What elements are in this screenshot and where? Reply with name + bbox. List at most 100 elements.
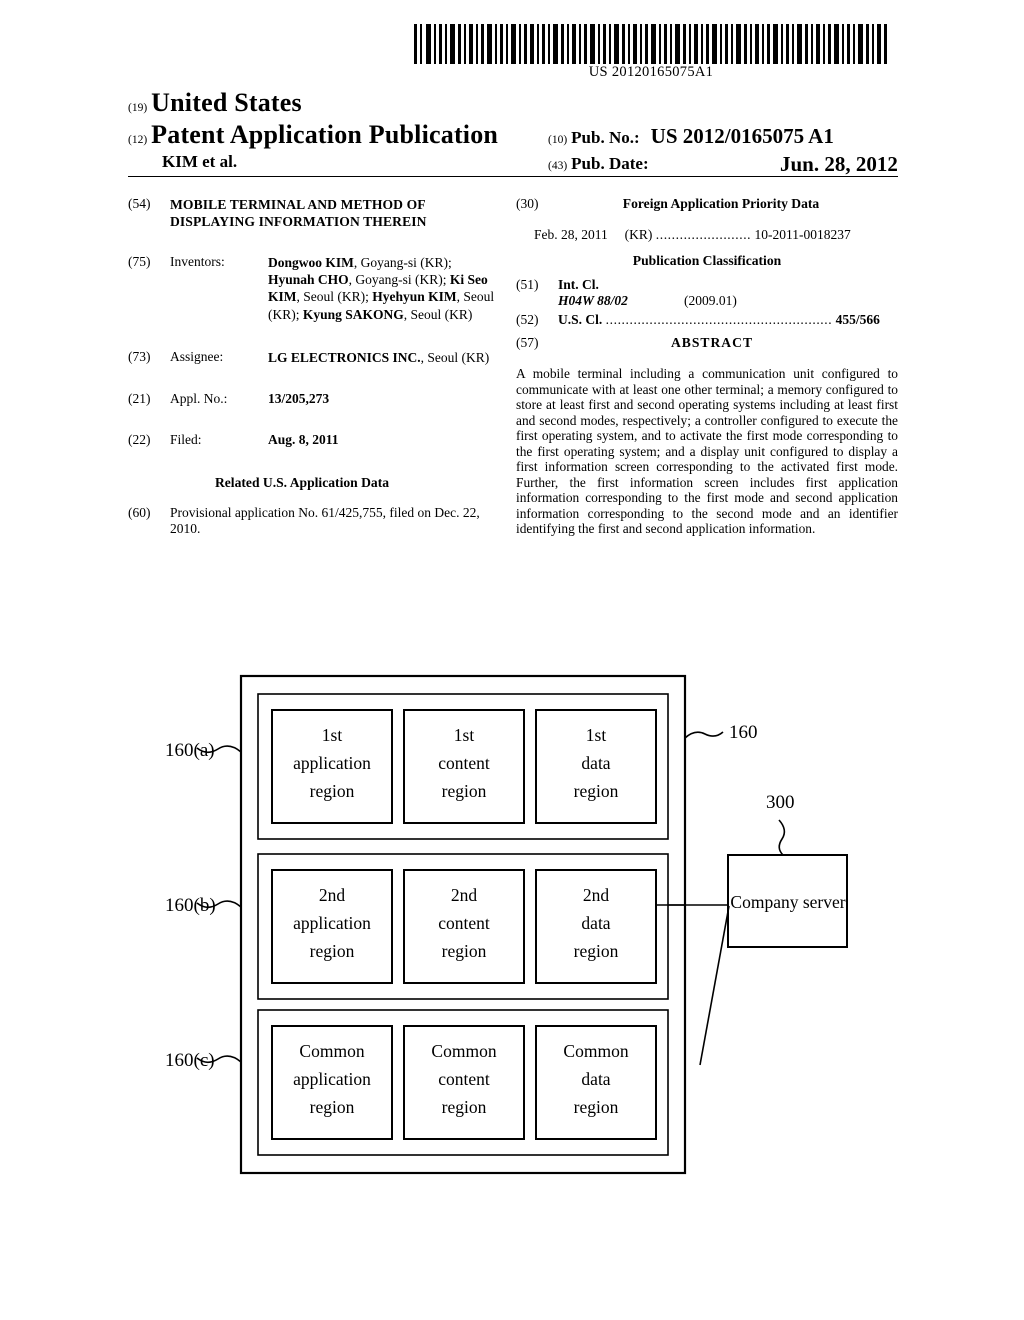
box-1st-data-region-line3: region — [574, 781, 619, 801]
box-common-content-region-line2: content — [438, 1069, 490, 1089]
filed-inid: (22) — [128, 432, 151, 448]
box-2nd-application-region-line1: 2nd — [319, 885, 346, 905]
us-classification-field: (52) U.S. Cl. ..........................… — [516, 312, 898, 332]
abstract-heading: ABSTRACT — [670, 335, 754, 350]
assignee-name: LG ELECTRONICS INC. — [268, 349, 421, 365]
box-2nd-content-region-line2: content — [438, 913, 490, 933]
country-name: United States — [151, 88, 302, 117]
filed-label: Filed: — [170, 432, 202, 448]
assignee-inid: (73) — [128, 348, 151, 364]
box-1st-application-region-line3: region — [310, 781, 355, 801]
foreign-priority-inid: (30) — [516, 196, 539, 211]
uscl-value: 455/566 — [835, 312, 880, 327]
bibliographic-left-column: (54) MOBILE TERMINAL AND METHOD OF DISPL… — [128, 196, 496, 538]
box-common-data-region-line3: region — [574, 1097, 619, 1117]
abstract-text: A mobile terminal including a communicat… — [516, 366, 898, 536]
related-application-data-heading: Related U.S. Application Data — [214, 474, 390, 490]
invention-title: MOBILE TERMINAL AND METHOD OF DISPLAYING… — [170, 197, 427, 229]
country-line: (19) United States — [128, 88, 302, 118]
priority-dots: ........................ — [655, 227, 752, 242]
intcl-version: (2009.01) — [684, 293, 737, 308]
pubdate-value: Jun. 28, 2012 — [780, 152, 898, 176]
intcl-label: Int. Cl. — [558, 277, 599, 292]
box-common-application-region-line1: Common — [299, 1041, 364, 1061]
company-server-label: Company server — [730, 892, 845, 912]
header-divider — [128, 176, 898, 177]
abstract-heading-row: (57) ABSTRACT — [516, 335, 898, 355]
invention-title-field: (54) MOBILE TERMINAL AND METHOD OF DISPL… — [128, 196, 496, 230]
applno-inid: (21) — [128, 391, 151, 407]
box-2nd-data-region-line1: 2nd — [583, 885, 610, 905]
document-header: (19) United States (12) Patent Applicati… — [128, 88, 898, 176]
foreign-priority-entry: Feb. 28, 2011 (KR) .....................… — [516, 227, 898, 243]
title-inid: (54) — [128, 196, 151, 211]
inventors-value: Dongwoo KIM, Goyang-si (KR); Hyunah CHO,… — [268, 255, 495, 322]
inventors-field: (75) Inventors: Dongwoo KIM, Goyang-si (… — [128, 254, 496, 323]
box-1st-content-region-line1: 1st — [454, 725, 475, 745]
figure-diagram: 1st application region 1st content regio… — [0, 640, 1024, 1180]
box-1st-content-region-line3: region — [442, 781, 487, 801]
author-name: KIM et al. — [162, 152, 238, 171]
foreign-priority-heading: Foreign Application Priority Data — [622, 196, 820, 211]
priority-country: (KR) — [624, 227, 653, 242]
assignee-value: LG ELECTRONICS INC., Seoul (KR) — [268, 349, 490, 365]
country-inid: (19) — [128, 102, 148, 114]
box-common-content-region-line1: Common — [431, 1041, 496, 1061]
uscl-inid: (52) — [516, 312, 539, 327]
connector-diagonal-to-server — [699, 905, 730, 1066]
ref-label-160c: 160(c) — [165, 1050, 215, 1071]
assignee-city: Seoul (KR) — [427, 349, 490, 365]
provisional-text: Provisional application No. 61/425,755, … — [170, 504, 480, 537]
priority-date: Feb. 28, 2011 — [534, 227, 608, 242]
barcode-caption: US 20120165075A1 — [588, 64, 714, 80]
pubno-value: US 2012/0165075 A1 — [650, 124, 834, 148]
filing-date-field: (22) Filed: Aug. 8, 2011 — [128, 432, 496, 448]
international-classification-field: (51) Int. Cl. H04W 88/02 (2009.01) — [516, 277, 898, 311]
publication-classification-heading: Publication Classification — [632, 253, 782, 268]
uscl-label: U.S. Cl. — [558, 312, 603, 327]
barcode-bars — [414, 24, 887, 64]
pubdate-label: Pub. Date: — [571, 154, 649, 173]
figure-svg: 1st application region 1st content regio… — [165, 674, 848, 1175]
applno-value: 13/205,273 — [268, 391, 330, 407]
assignee-label: Assignee: — [170, 348, 224, 364]
intcl-code: H04W 88/02 — [558, 293, 628, 308]
applno-label: Appl. No.: — [170, 391, 228, 407]
box-1st-application-region-line1: 1st — [322, 725, 343, 745]
box-1st-data-region-line1: 1st — [586, 725, 607, 745]
assignee-field: (73) Assignee: LG ELECTRONICS INC., Seou… — [128, 349, 496, 366]
inventors-label: Inventors: — [170, 254, 225, 269]
box-common-content-region-line3: region — [442, 1097, 487, 1117]
inventors-inid: (75) — [128, 254, 151, 269]
priority-number: 10-2011-0018237 — [754, 227, 851, 242]
leader-line-300 — [778, 819, 786, 856]
foreign-priority-heading-row: (30) Foreign Application Priority Data — [516, 196, 898, 214]
abstract-inid: (57) — [516, 335, 539, 350]
box-1st-application-region-line2: application — [293, 753, 371, 773]
uscl-body: U.S. Cl. ...............................… — [558, 312, 898, 328]
filed-value: Aug. 8, 2011 — [268, 432, 339, 448]
box-2nd-data-region-line3: region — [574, 941, 619, 961]
pubdate-inid: (43) — [548, 160, 568, 172]
provisional-application-field: (60) Provisional application No. 61/425,… — [128, 505, 496, 538]
ref-label-160: 160 — [729, 722, 758, 743]
box-common-application-region-line3: region — [310, 1097, 355, 1117]
ref-label-160a: 160(a) — [165, 740, 215, 761]
application-number-field: (21) Appl. No.: 13/205,273 — [128, 391, 496, 407]
box-1st-content-region-line2: content — [438, 753, 490, 773]
box-2nd-data-region-line2: data — [581, 913, 610, 933]
leader-line-160 — [684, 731, 724, 739]
provisional-inid: (60) — [128, 504, 151, 520]
intcl-inid: (51) — [516, 277, 539, 292]
kind-line: (12) Patent Application Publication — [128, 120, 498, 150]
box-2nd-content-region-line1: 2nd — [451, 885, 478, 905]
box-2nd-application-region-line2: application — [293, 913, 371, 933]
uscl-dots: ........................................… — [605, 312, 833, 327]
ref-label-300: 300 — [766, 792, 795, 813]
box-1st-data-region-line2: data — [581, 753, 610, 773]
box-common-application-region-line2: application — [293, 1069, 371, 1089]
box-common-data-region-line2: data — [581, 1069, 610, 1089]
publication-date-row: (43) Pub. Date: Jun. 28, 2012 — [548, 152, 898, 176]
kind-name: Patent Application Publication — [151, 120, 499, 149]
barcode — [412, 24, 890, 64]
